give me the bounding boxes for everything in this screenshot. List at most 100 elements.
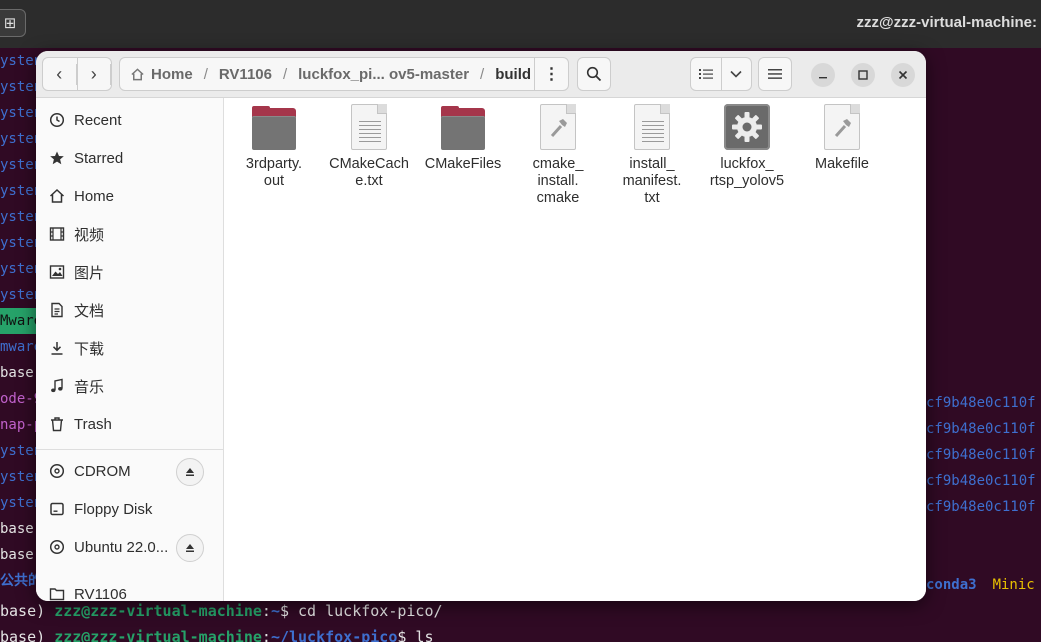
terminal-command-line: base) zzz@zzz-virtual-machine:~$ cd luck…	[0, 602, 443, 620]
file-name: CMakeCach e.txt	[329, 156, 409, 189]
eject-button[interactable]	[176, 534, 204, 562]
close-button[interactable]	[891, 63, 915, 87]
header-bar: ‹ › Home / RV1106 / luckfox_pi... ov5-ma…	[36, 51, 926, 98]
chevron-left-icon: ‹	[43, 63, 77, 85]
path-segment[interactable]: luckfox_pi... ov5-master	[298, 66, 469, 83]
sidebar-item-rv1106[interactable]: RV1106	[48, 577, 218, 601]
path-segment[interactable]: RV1106	[219, 66, 272, 83]
more-vertical-icon: ⋮	[543, 66, 560, 83]
file-item-text[interactable]: CMakeCach e.txt	[322, 104, 416, 190]
terminal-left-output: ysten ysten ysten ysten ysten ysten yste…	[0, 48, 40, 642]
view-options-button[interactable]	[722, 58, 752, 90]
sidebar-item-label: 音乐	[74, 378, 105, 396]
music-icon	[48, 377, 66, 395]
file-item-folder[interactable]: 3rdparty. out	[227, 104, 321, 190]
folder-icon	[439, 104, 487, 152]
sidebar-item-label: 图片	[74, 264, 105, 282]
list-view-icon	[698, 69, 713, 79]
sidebar-item-label: Home	[74, 187, 115, 205]
maximize-button[interactable]	[851, 63, 875, 87]
sidebar-item-label: 视频	[74, 226, 105, 244]
terminal-line: ysten	[0, 209, 40, 225]
file-item-text[interactable]: install_ manifest. txt	[605, 104, 699, 207]
terminal-line: base)	[0, 521, 40, 537]
terminal-line: base)	[0, 547, 40, 563]
sidebar-item-starred[interactable]: Starred	[48, 141, 218, 175]
main-menu-button[interactable]	[758, 57, 792, 91]
file-name: cmake_ install. cmake	[532, 156, 584, 206]
eject-icon	[186, 468, 194, 476]
file-item-folder[interactable]: CMakeFiles	[416, 104, 510, 173]
terminal-command-line: base) zzz@zzz-virtual-machine:~/luckfox-…	[0, 624, 1041, 642]
conda-prefix: base)	[0, 628, 46, 642]
terminal-line: ysten	[0, 261, 40, 277]
sidebar-item-downloads[interactable]: 下载	[48, 331, 218, 365]
path-current-segment[interactable]: build	[495, 66, 531, 83]
sidebar-item-videos[interactable]: 视频	[48, 217, 218, 251]
disc-icon	[48, 462, 66, 480]
terminal-line: ysten	[0, 79, 40, 95]
eject-icon	[186, 544, 194, 552]
home-icon	[48, 187, 66, 205]
path-home-button[interactable]: Home	[130, 66, 193, 83]
terminal-line: 公共的	[0, 573, 40, 589]
view-toggle-group	[690, 57, 752, 91]
executable-gear-icon	[723, 104, 771, 152]
sidebar-item-trash[interactable]: Trash	[48, 407, 218, 441]
terminal-line: mware	[0, 339, 40, 355]
terminal-line: cf9b48e0c110f	[926, 421, 1036, 437]
path-separator: /	[282, 65, 288, 83]
path-menu-button[interactable]: ⋮	[534, 58, 568, 90]
forward-button[interactable]: ›	[78, 58, 111, 90]
sidebar-item-ubuntu-disc[interactable]: Ubuntu 22.0...	[48, 530, 218, 564]
terminal-line: cf9b48e0c110f	[926, 395, 1036, 411]
sidebar-item-pictures[interactable]: 图片	[48, 255, 218, 289]
document-icon	[48, 301, 66, 319]
sidebar-item-label: Starred	[74, 149, 124, 167]
sidebar-item-label: CDROM	[74, 462, 131, 480]
folder-icon	[250, 104, 298, 152]
sidebar-item-documents[interactable]: 文档	[48, 293, 218, 327]
terminal-line: ysten	[0, 105, 40, 121]
file-item-script[interactable]: Makefile	[795, 104, 889, 173]
chevron-down-icon	[730, 70, 742, 78]
terminal-titlebar: ⊞ zzz@zzz-virtual-machine:	[0, 0, 1041, 48]
sidebar-item-label: Recent	[74, 111, 122, 129]
clock-icon	[48, 111, 66, 129]
search-button[interactable]	[577, 57, 611, 91]
prompt-path: ~/luckfox-pico	[270, 628, 398, 642]
back-button[interactable]: ‹	[43, 58, 78, 90]
sidebar-item-home[interactable]: Home	[48, 179, 218, 213]
navigation-buttons: ‹ ›	[42, 57, 112, 91]
sidebar-divider	[36, 449, 223, 450]
folder-icon	[48, 585, 66, 601]
sidebar-item-label: RV1106	[74, 585, 127, 602]
file-item-script[interactable]: cmake_ install. cmake	[511, 104, 605, 207]
terminal-line: ysten	[0, 131, 40, 147]
terminal-line: ysten	[0, 443, 40, 459]
terminal-line: cf9b48e0c110f	[926, 447, 1036, 463]
minimize-button[interactable]	[811, 63, 835, 87]
terminal-title: zzz@zzz-virtual-machine:	[856, 14, 1037, 31]
path-bar: Home / RV1106 / luckfox_pi... ov5-master…	[119, 57, 569, 91]
sidebar-item-floppy-disk[interactable]: Floppy Disk	[48, 492, 218, 526]
sidebar-item-cdrom[interactable]: CDROM	[48, 454, 218, 488]
list-view-button[interactable]	[691, 58, 722, 90]
star-icon	[48, 149, 66, 167]
file-item-executable[interactable]: luckfox_ rtsp_yolov5	[700, 104, 794, 190]
sidebar-item-label: Trash	[74, 415, 112, 433]
file-manager-window: ‹ › Home / RV1106 / luckfox_pi... ov5-ma…	[36, 51, 926, 601]
prompt-path: ~	[270, 602, 280, 620]
sidebar-item-recent[interactable]: Recent	[48, 103, 218, 137]
eject-button[interactable]	[176, 458, 204, 486]
prompt-user: zzz@zzz-virtual-machine	[54, 628, 262, 642]
sidebar-item-music[interactable]: 音乐	[48, 369, 218, 403]
terminal-bottom-output: base) zzz@zzz-virtual-machine:~$ cd luck…	[0, 598, 1041, 642]
path-separator: /	[480, 65, 485, 83]
path-separator: /	[203, 65, 208, 83]
new-tab-button[interactable]: ⊞	[0, 9, 26, 37]
chevron-right-icon: ›	[78, 63, 111, 85]
sidebar-item-label: Floppy Disk	[74, 500, 153, 518]
script-file-icon	[818, 104, 866, 152]
video-icon	[48, 225, 66, 243]
